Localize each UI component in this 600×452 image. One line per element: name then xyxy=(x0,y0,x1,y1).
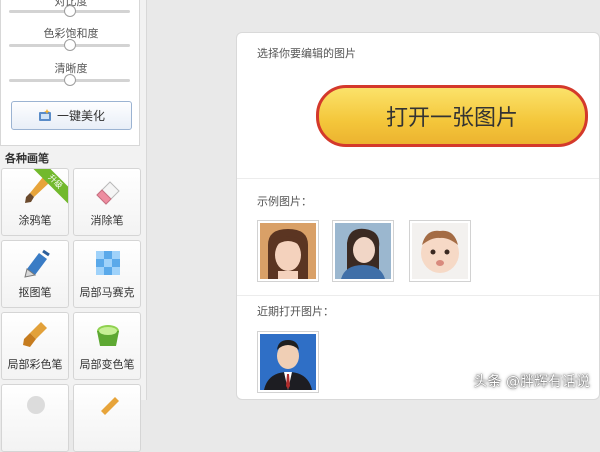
pen-nib-icon xyxy=(24,249,50,278)
woman-bangs-photo xyxy=(260,223,316,279)
tool-eraser-brush[interactable]: 消除笔 xyxy=(73,168,141,236)
tool-local-recolor-brush[interactable]: 局部变色笔 xyxy=(73,312,141,380)
tool-label: 局部马赛克 xyxy=(79,286,135,299)
one-click-beautify-button[interactable]: 一键美化 xyxy=(11,101,132,130)
sharpness-slider[interactable] xyxy=(9,74,130,86)
sharpness-slider-knob[interactable] xyxy=(63,74,76,86)
baby-photo xyxy=(412,223,468,279)
magic-wand-icon xyxy=(38,109,51,121)
tool-next-row-right[interactable] xyxy=(73,384,141,452)
brightness-slider[interactable] xyxy=(9,5,130,17)
color-bucket-icon xyxy=(97,325,119,346)
mosaic-icon xyxy=(96,251,120,275)
tool-label: 局部变色笔 xyxy=(79,358,135,371)
saturation-slider[interactable] xyxy=(9,39,130,51)
tool-icon xyxy=(101,397,119,415)
sample-thumbnail[interactable] xyxy=(332,220,394,282)
section-divider xyxy=(237,178,599,179)
one-click-beautify-label: 一键美化 xyxy=(56,109,105,123)
tool-cutout-brush[interactable]: 抠图笔 xyxy=(1,240,69,308)
tool-local-color-brush[interactable]: 局部彩色笔 xyxy=(1,312,69,380)
choose-image-label: 选择你要编辑的图片 xyxy=(257,47,356,60)
tool-label: 抠图笔 xyxy=(18,286,52,299)
woman-selfie-photo xyxy=(335,223,391,279)
recent-images-label: 近期打开图片： xyxy=(257,305,334,318)
tool-next-row-left[interactable] xyxy=(1,384,69,452)
section-divider xyxy=(237,295,599,296)
tool-label: 局部彩色笔 xyxy=(7,358,63,371)
sample-images-label: 示例图片： xyxy=(257,195,312,208)
sample-thumbnail[interactable] xyxy=(409,220,471,282)
tool-doodle-brush[interactable]: 升级 涂鸦笔 xyxy=(1,168,69,236)
tool-label: 涂鸦笔 xyxy=(18,214,52,227)
brightness-slider-knob[interactable] xyxy=(63,5,76,17)
eraser-icon xyxy=(96,181,120,205)
saturation-slider-knob[interactable] xyxy=(63,39,76,51)
watermark-text: 头条 @胖辉有话说 xyxy=(473,374,590,390)
tool-label: 消除笔 xyxy=(90,214,124,227)
open-image-button[interactable]: 打开一张图片 xyxy=(316,85,588,147)
man-suit-photo xyxy=(260,334,316,390)
recent-thumbnail[interactable] xyxy=(257,331,319,393)
color-brush-icon xyxy=(23,322,47,347)
sample-thumbnail[interactable] xyxy=(257,220,319,282)
brushes-section-title: 各种画笔 xyxy=(5,152,49,165)
image-select-panel: 选择你要编辑的图片 打开一张图片 示例图片： 近期打开图片： xyxy=(236,32,600,400)
tool-mosaic-brush[interactable]: 局部马赛克 xyxy=(73,240,141,308)
adjustment-panel: 对比度 色彩饱和度 清晰度 一键美化 xyxy=(0,0,140,146)
tool-icon xyxy=(27,396,45,414)
left-panel: 对比度 色彩饱和度 清晰度 一键美化 各种画笔 升级 涂鸦笔 消除笔 抠图笔 局… xyxy=(0,0,147,452)
